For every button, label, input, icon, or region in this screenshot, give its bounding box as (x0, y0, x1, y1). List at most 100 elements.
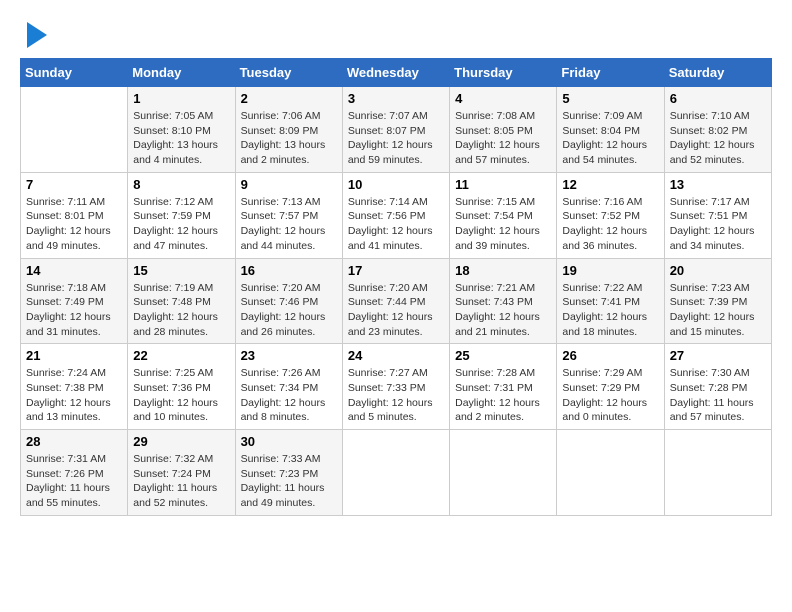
calendar-cell: 18 Sunrise: 7:21 AMSunset: 7:43 PMDayligh… (450, 258, 557, 344)
calendar-cell: 24 Sunrise: 7:27 AMSunset: 7:33 PMDayligh… (342, 344, 449, 430)
day-info: Sunrise: 7:05 AMSunset: 8:10 PMDaylight:… (133, 109, 229, 168)
weekday-header-saturday: Saturday (664, 59, 771, 87)
day-info: Sunrise: 7:13 AMSunset: 7:57 PMDaylight:… (241, 195, 337, 254)
day-info: Sunrise: 7:33 AMSunset: 7:23 PMDaylight:… (241, 452, 337, 511)
day-number: 13 (670, 177, 766, 192)
day-info: Sunrise: 7:14 AMSunset: 7:56 PMDaylight:… (348, 195, 444, 254)
calendar-cell: 30 Sunrise: 7:33 AMSunset: 7:23 PMDayligh… (235, 430, 342, 516)
calendar-cell: 12 Sunrise: 7:16 AMSunset: 7:52 PMDayligh… (557, 172, 664, 258)
calendar-cell (664, 430, 771, 516)
day-info: Sunrise: 7:22 AMSunset: 7:41 PMDaylight:… (562, 281, 658, 340)
weekday-header-wednesday: Wednesday (342, 59, 449, 87)
day-number: 14 (26, 263, 122, 278)
day-info: Sunrise: 7:11 AMSunset: 8:01 PMDaylight:… (26, 195, 122, 254)
day-number: 27 (670, 348, 766, 363)
day-info: Sunrise: 7:07 AMSunset: 8:07 PMDaylight:… (348, 109, 444, 168)
calendar-cell: 21 Sunrise: 7:24 AMSunset: 7:38 PMDayligh… (21, 344, 128, 430)
calendar-cell: 19 Sunrise: 7:22 AMSunset: 7:41 PMDayligh… (557, 258, 664, 344)
day-number: 5 (562, 91, 658, 106)
calendar-cell: 2 Sunrise: 7:06 AMSunset: 8:09 PMDaylight… (235, 87, 342, 173)
calendar-week-row: 21 Sunrise: 7:24 AMSunset: 7:38 PMDayligh… (21, 344, 772, 430)
day-info: Sunrise: 7:31 AMSunset: 7:26 PMDaylight:… (26, 452, 122, 511)
calendar-week-row: 28 Sunrise: 7:31 AMSunset: 7:26 PMDayligh… (21, 430, 772, 516)
day-number: 10 (348, 177, 444, 192)
day-number: 6 (670, 91, 766, 106)
day-info: Sunrise: 7:25 AMSunset: 7:36 PMDaylight:… (133, 366, 229, 425)
day-info: Sunrise: 7:23 AMSunset: 7:39 PMDaylight:… (670, 281, 766, 340)
day-number: 30 (241, 434, 337, 449)
calendar-week-row: 1 Sunrise: 7:05 AMSunset: 8:10 PMDaylight… (21, 87, 772, 173)
day-info: Sunrise: 7:29 AMSunset: 7:29 PMDaylight:… (562, 366, 658, 425)
day-info: Sunrise: 7:20 AMSunset: 7:44 PMDaylight:… (348, 281, 444, 340)
calendar-cell (450, 430, 557, 516)
day-info: Sunrise: 7:19 AMSunset: 7:48 PMDaylight:… (133, 281, 229, 340)
day-number: 15 (133, 263, 229, 278)
calendar-cell: 27 Sunrise: 7:30 AMSunset: 7:28 PMDayligh… (664, 344, 771, 430)
day-info: Sunrise: 7:08 AMSunset: 8:05 PMDaylight:… (455, 109, 551, 168)
calendar-cell: 11 Sunrise: 7:15 AMSunset: 7:54 PMDayligh… (450, 172, 557, 258)
calendar-cell: 10 Sunrise: 7:14 AMSunset: 7:56 PMDayligh… (342, 172, 449, 258)
day-info: Sunrise: 7:28 AMSunset: 7:31 PMDaylight:… (455, 366, 551, 425)
calendar-cell: 9 Sunrise: 7:13 AMSunset: 7:57 PMDaylight… (235, 172, 342, 258)
day-info: Sunrise: 7:27 AMSunset: 7:33 PMDaylight:… (348, 366, 444, 425)
page-header (20, 20, 772, 48)
day-number: 19 (562, 263, 658, 278)
day-number: 22 (133, 348, 229, 363)
calendar-cell (21, 87, 128, 173)
day-number: 1 (133, 91, 229, 106)
day-info: Sunrise: 7:26 AMSunset: 7:34 PMDaylight:… (241, 366, 337, 425)
calendar-cell: 3 Sunrise: 7:07 AMSunset: 8:07 PMDaylight… (342, 87, 449, 173)
weekday-header-thursday: Thursday (450, 59, 557, 87)
day-info: Sunrise: 7:24 AMSunset: 7:38 PMDaylight:… (26, 366, 122, 425)
calendar-cell: 1 Sunrise: 7:05 AMSunset: 8:10 PMDaylight… (128, 87, 235, 173)
calendar-cell: 7Sunrise: 7:11 AMSunset: 8:01 PMDaylight… (21, 172, 128, 258)
day-number: 17 (348, 263, 444, 278)
day-number: 29 (133, 434, 229, 449)
calendar-cell: 16 Sunrise: 7:20 AMSunset: 7:46 PMDayligh… (235, 258, 342, 344)
day-info: Sunrise: 7:06 AMSunset: 8:09 PMDaylight:… (241, 109, 337, 168)
calendar-week-row: 7Sunrise: 7:11 AMSunset: 8:01 PMDaylight… (21, 172, 772, 258)
day-number: 18 (455, 263, 551, 278)
weekday-header-row: SundayMondayTuesdayWednesdayThursdayFrid… (21, 59, 772, 87)
calendar-cell: 26 Sunrise: 7:29 AMSunset: 7:29 PMDayligh… (557, 344, 664, 430)
day-number: 16 (241, 263, 337, 278)
day-number: 26 (562, 348, 658, 363)
calendar-cell: 8Sunrise: 7:12 AMSunset: 7:59 PMDaylight… (128, 172, 235, 258)
calendar-cell: 29 Sunrise: 7:32 AMSunset: 7:24 PMDayligh… (128, 430, 235, 516)
calendar-cell: 15 Sunrise: 7:19 AMSunset: 7:48 PMDayligh… (128, 258, 235, 344)
logo-arrow-icon (27, 22, 47, 48)
day-number: 20 (670, 263, 766, 278)
day-number: 23 (241, 348, 337, 363)
calendar-cell: 17 Sunrise: 7:20 AMSunset: 7:44 PMDayligh… (342, 258, 449, 344)
day-number: 28 (26, 434, 122, 449)
day-number: 11 (455, 177, 551, 192)
day-number: 24 (348, 348, 444, 363)
calendar-cell (342, 430, 449, 516)
day-info: Sunrise: 7:10 AMSunset: 8:02 PMDaylight:… (670, 109, 766, 168)
day-number: 8 (133, 177, 229, 192)
day-info: Sunrise: 7:32 AMSunset: 7:24 PMDaylight:… (133, 452, 229, 511)
day-number: 4 (455, 91, 551, 106)
day-info: Sunrise: 7:20 AMSunset: 7:46 PMDaylight:… (241, 281, 337, 340)
day-info: Sunrise: 7:21 AMSunset: 7:43 PMDaylight:… (455, 281, 551, 340)
weekday-header-monday: Monday (128, 59, 235, 87)
calendar-week-row: 14Sunrise: 7:18 AMSunset: 7:49 PMDayligh… (21, 258, 772, 344)
calendar-cell: 28 Sunrise: 7:31 AMSunset: 7:26 PMDayligh… (21, 430, 128, 516)
day-number: 3 (348, 91, 444, 106)
day-number: 2 (241, 91, 337, 106)
calendar-cell: 23 Sunrise: 7:26 AMSunset: 7:34 PMDayligh… (235, 344, 342, 430)
day-info: Sunrise: 7:09 AMSunset: 8:04 PMDaylight:… (562, 109, 658, 168)
calendar-cell: 6 Sunrise: 7:10 AMSunset: 8:02 PMDaylight… (664, 87, 771, 173)
day-number: 12 (562, 177, 658, 192)
day-number: 21 (26, 348, 122, 363)
weekday-header-friday: Friday (557, 59, 664, 87)
calendar-cell: 22 Sunrise: 7:25 AMSunset: 7:36 PMDayligh… (128, 344, 235, 430)
calendar-cell: 5 Sunrise: 7:09 AMSunset: 8:04 PMDaylight… (557, 87, 664, 173)
calendar-cell: 14Sunrise: 7:18 AMSunset: 7:49 PMDayligh… (21, 258, 128, 344)
calendar-cell: 25Sunrise: 7:28 AMSunset: 7:31 PMDayligh… (450, 344, 557, 430)
day-info: Sunrise: 7:16 AMSunset: 7:52 PMDaylight:… (562, 195, 658, 254)
day-number: 9 (241, 177, 337, 192)
day-info: Sunrise: 7:30 AMSunset: 7:28 PMDaylight:… (670, 366, 766, 425)
calendar-table: SundayMondayTuesdayWednesdayThursdayFrid… (20, 58, 772, 516)
day-info: Sunrise: 7:15 AMSunset: 7:54 PMDaylight:… (455, 195, 551, 254)
